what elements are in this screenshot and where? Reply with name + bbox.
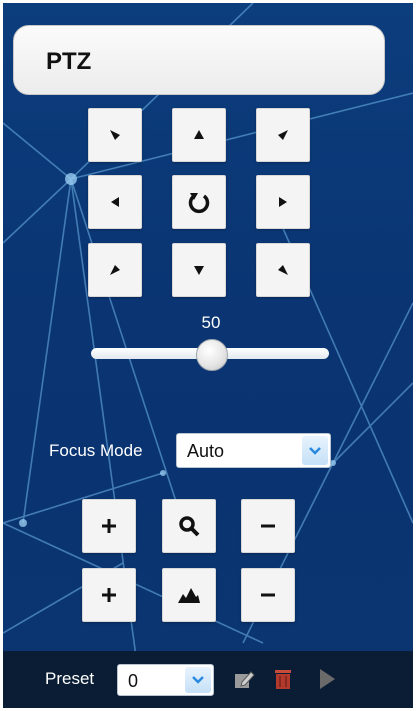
focus-near-button[interactable] [82,568,136,622]
arrow-down-right-icon [278,265,288,275]
minus-icon [261,593,275,597]
ptz-header: PTZ [13,25,385,95]
preset-value: 0 [128,671,139,691]
pan-down-left-button[interactable] [88,243,142,297]
play-icon[interactable] [315,666,339,692]
focus-mode-label: Focus Mode [49,441,143,460]
pan-up-right-button[interactable] [256,108,310,162]
preset-select[interactable]: 0 [117,664,214,696]
arrow-up-icon [194,130,204,139]
ptz-panel: PTZ 50 Focus Mode Auto Preset 0 [3,3,413,708]
pan-right-button[interactable] [256,175,310,229]
plus-icon [102,519,116,533]
rotate-icon [188,193,210,214]
minus-icon [261,524,275,528]
preset-label: Preset [45,669,95,688]
chevron-down-icon[interactable] [185,667,211,693]
zoom-button[interactable] [162,499,216,553]
arrow-right-icon [279,197,287,207]
arrow-up-right-icon [278,130,288,140]
tilt-down-button[interactable] [172,243,226,297]
pan-down-right-button[interactable] [256,243,310,297]
focus-button[interactable] [162,568,216,622]
plus-icon [102,588,116,602]
chevron-down-icon[interactable] [302,436,328,465]
page-title: PTZ [46,48,92,75]
arrow-left-icon [111,197,119,207]
speed-value: 50 [201,313,221,332]
pan-left-button[interactable] [88,175,142,229]
edit-icon[interactable] [232,668,256,692]
arrow-down-left-icon [110,265,120,275]
auto-rotate-button[interactable] [172,175,226,229]
focus-mode-value: Auto [187,441,225,461]
magnifier-icon [179,516,200,537]
mountain-icon [178,588,200,603]
zoom-in-button[interactable] [82,499,136,553]
tilt-up-button[interactable] [172,108,226,162]
zoom-out-button[interactable] [241,499,295,553]
focus-mode-select[interactable]: Auto [176,433,331,468]
preset-bar: Preset 0 [3,651,413,708]
arrow-up-left-icon [110,130,120,140]
pan-up-left-button[interactable] [88,108,142,162]
speed-slider-thumb[interactable] [196,339,228,371]
focus-far-button[interactable] [241,568,295,622]
arrow-down-icon [194,266,204,275]
delete-icon[interactable] [271,666,295,692]
